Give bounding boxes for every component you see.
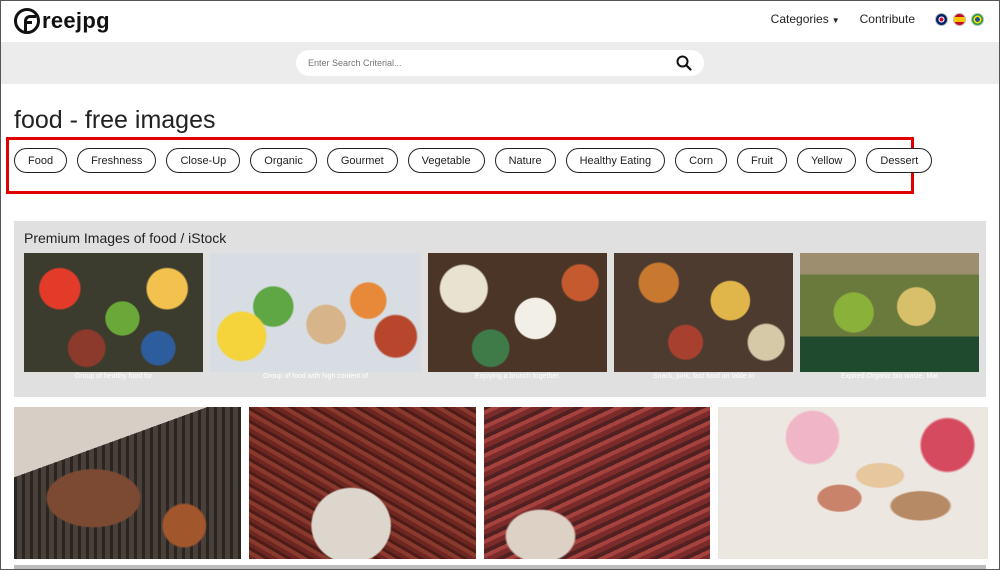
premium-caption: Enjoying a brunch together. (474, 373, 561, 380)
tag-nature[interactable]: Nature (494, 148, 556, 173)
tag-close-up[interactable]: Close-Up (166, 148, 241, 173)
uk-flag-icon[interactable] (935, 12, 948, 26)
search-band (0, 42, 1000, 84)
search-icon[interactable] (676, 55, 692, 71)
tag-healthy-eating[interactable]: Healthy Eating (565, 148, 666, 173)
premium-caption: Group of food with high content of (262, 373, 369, 380)
gallery-image-dried-chili[interactable] (249, 407, 476, 559)
tag-organic[interactable]: Organic (250, 148, 317, 173)
next-gallery-row (14, 565, 986, 570)
gallery-image-macarons[interactable] (718, 407, 988, 559)
tag-freshness[interactable]: Freshness (77, 148, 157, 173)
caret-down-icon: ▼ (831, 16, 840, 25)
tag-food[interactable]: Food (14, 148, 68, 173)
premium-image-bio-waste[interactable] (800, 253, 979, 372)
premium-image-healthy-food[interactable] (24, 253, 203, 372)
nav-categories[interactable]: Categories ▼ (771, 12, 840, 26)
premium-image-junk-food[interactable] (614, 253, 793, 372)
premium-grid (24, 253, 979, 372)
premium-caption: Expired Organic bio waste. Mat (840, 373, 939, 380)
br-flag-icon[interactable] (971, 12, 984, 26)
tag-fruit[interactable]: Fruit (736, 148, 787, 173)
logo-text: reejpg (42, 8, 110, 33)
search-input[interactable] (308, 55, 648, 71)
premium-image-brunch[interactable] (428, 253, 607, 372)
site-logo[interactable]: reejpg (14, 8, 110, 34)
page-title: food - free images (14, 106, 216, 134)
gallery-image-grill[interactable] (14, 407, 241, 559)
tag-gourmet[interactable]: Gourmet (326, 148, 398, 173)
site-header: reejpg Categories ▼ Contribute (0, 0, 1000, 42)
nav-contribute[interactable]: Contribute (860, 12, 915, 26)
image-gallery (14, 407, 988, 559)
premium-caption: Group of healthy food for (74, 373, 153, 380)
nav-categories-label: Categories (770, 12, 829, 26)
tag-dessert[interactable]: Dessert (866, 148, 933, 173)
premium-caption: Snack, junk, fast food on table in (652, 373, 755, 380)
search-box (296, 50, 704, 76)
tag-corn[interactable]: Corn (675, 148, 727, 173)
premium-image-high-content-food[interactable] (210, 253, 421, 372)
premium-images-section: Premium Images of food / iStock Group of… (14, 221, 986, 397)
gallery-image-dried-peppers[interactable] (484, 407, 710, 559)
es-flag-icon[interactable] (953, 12, 966, 26)
premium-title: Premium Images of food / iStock (24, 230, 227, 246)
tag-yellow[interactable]: Yellow (796, 148, 857, 173)
language-flags (935, 12, 984, 26)
tag-vegetable[interactable]: Vegetable (407, 148, 485, 173)
main-nav: Categories ▼ Contribute (771, 12, 984, 26)
freejpg-logo-icon (14, 8, 40, 34)
tag-list: Food Freshness Close-Up Organic Gourmet … (14, 148, 933, 173)
